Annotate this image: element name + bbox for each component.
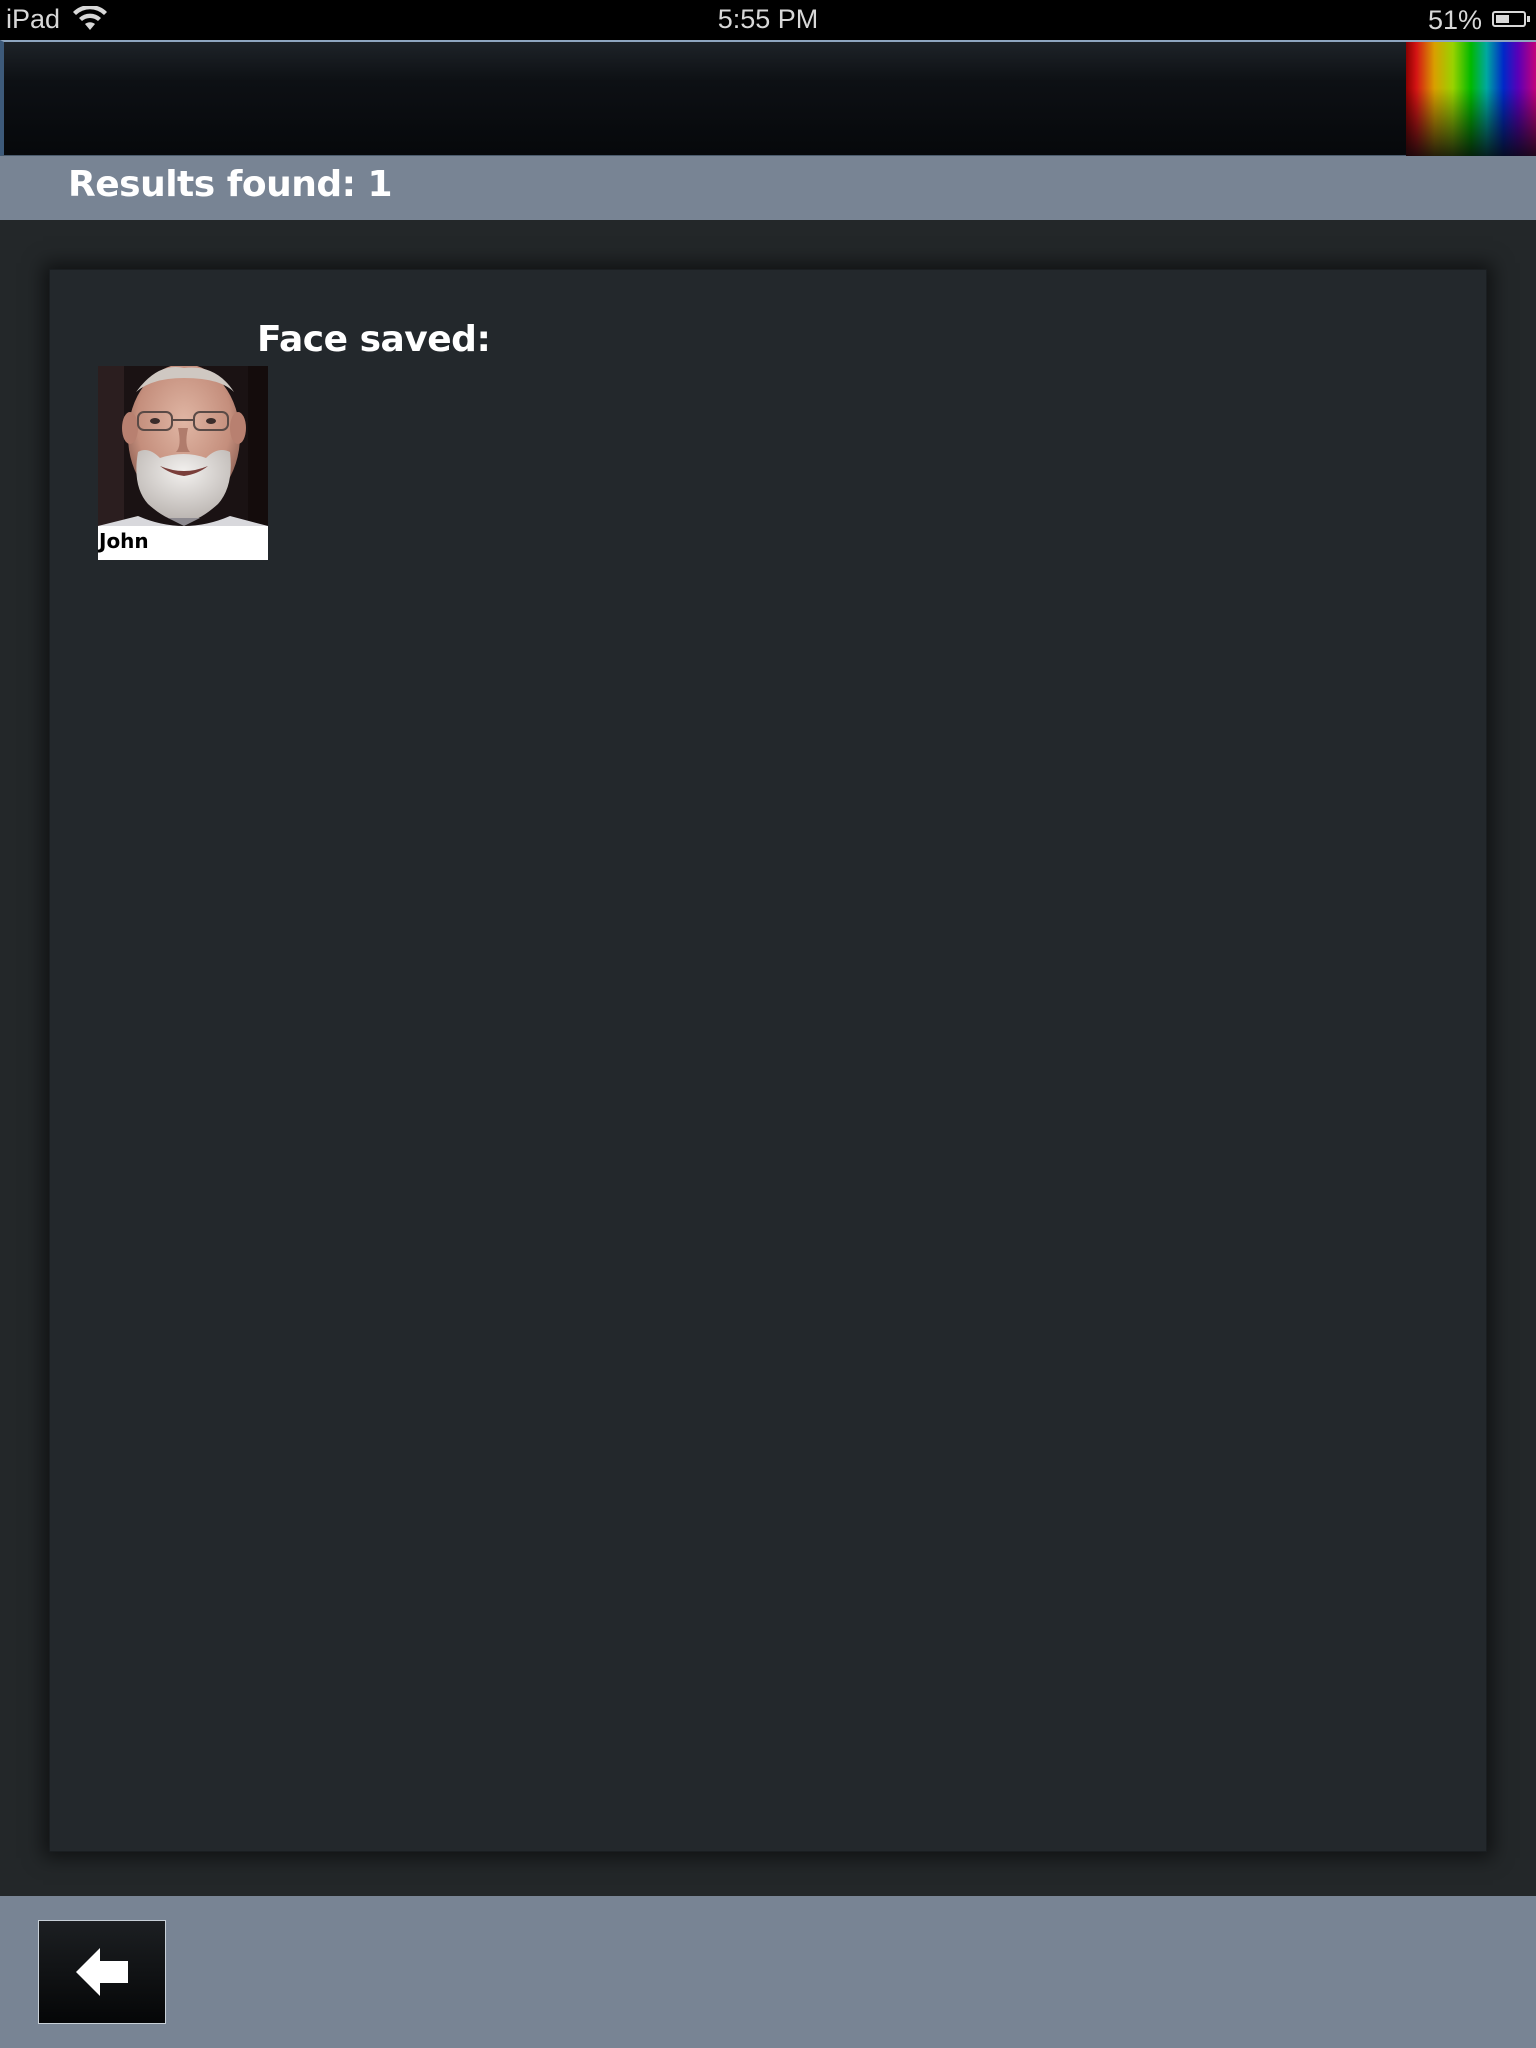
face-saved-title: Face saved:	[257, 319, 491, 360]
face-card[interactable]: John	[98, 366, 268, 560]
face-name: John	[98, 526, 268, 560]
results-count: Results found: 1	[68, 164, 393, 205]
results-panel: Face saved: John	[49, 269, 1487, 1852]
face-photo	[98, 366, 268, 526]
status-time: 5:55 PM	[717, 4, 819, 34]
arrow-left-icon	[76, 1948, 128, 1996]
battery-icon	[1492, 11, 1530, 27]
app-header	[0, 40, 1536, 156]
battery-level	[1496, 15, 1509, 23]
status-bar: iPad 5:55 PM 51%	[0, 0, 1536, 40]
spectrum-logo	[1406, 42, 1536, 156]
back-button[interactable]	[38, 1920, 166, 2024]
bottom-toolbar	[0, 1896, 1536, 2048]
battery-percent: 51%	[1427, 5, 1482, 35]
results-bar: Results found: 1	[0, 156, 1536, 220]
